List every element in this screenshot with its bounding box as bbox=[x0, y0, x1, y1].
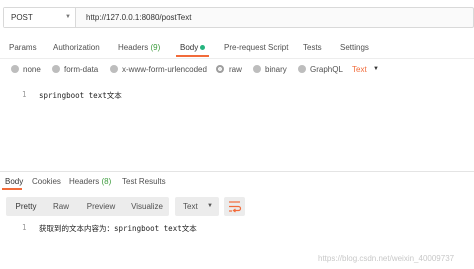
radio-none[interactable] bbox=[11, 65, 19, 73]
watermark: https://blog.csdn.net/weixin_40009737 bbox=[318, 254, 455, 263]
radio-binary[interactable] bbox=[253, 65, 261, 73]
response-tab-test-results[interactable]: Test Results bbox=[122, 177, 166, 186]
response-body-text: 获取到的文本内容为：springboot text文本 bbox=[39, 224, 197, 233]
request-bar: POST ▼ http://127.0.0.1:8080/postText bbox=[3, 7, 474, 28]
chevron-down-icon: ▼ bbox=[207, 203, 213, 209]
line-number: 1 bbox=[22, 223, 27, 232]
radio-binary-label: binary bbox=[265, 65, 287, 74]
radio-graphql-label: GraphQL bbox=[310, 65, 343, 74]
radio-urlencoded-label: x-www-form-urlencoded bbox=[122, 65, 207, 74]
visualize-button[interactable]: Visualize bbox=[126, 197, 168, 216]
active-tab-indicator bbox=[176, 55, 209, 57]
response-tab-body[interactable]: Body bbox=[5, 177, 23, 186]
preview-button[interactable]: Preview bbox=[82, 197, 120, 216]
request-body-editor[interactable]: 1 springboot text文本 bbox=[0, 86, 474, 166]
radio-none-label: none bbox=[23, 65, 41, 74]
pretty-button[interactable]: Pretty bbox=[9, 197, 43, 216]
tab-headers-label: Headers bbox=[118, 43, 149, 52]
radio-urlencoded[interactable] bbox=[110, 65, 118, 73]
radio-form-data-label: form-data bbox=[64, 65, 99, 74]
raw-format-select[interactable]: Text bbox=[352, 65, 367, 74]
radio-raw[interactable] bbox=[216, 65, 224, 73]
url-input[interactable]: http://127.0.0.1:8080/postText bbox=[86, 13, 191, 22]
wrap-lines-button[interactable] bbox=[224, 197, 245, 216]
tab-settings[interactable]: Settings bbox=[340, 43, 369, 52]
radio-form-data[interactable] bbox=[52, 65, 60, 73]
response-headers-count-badge: (8) bbox=[101, 177, 112, 186]
tab-tests[interactable]: Tests bbox=[303, 43, 322, 52]
chevron-down-icon: ▼ bbox=[373, 66, 379, 72]
body-active-dot-icon bbox=[200, 45, 205, 50]
tab-body[interactable]: Body bbox=[180, 43, 198, 52]
divider bbox=[0, 58, 474, 59]
line-number: 1 bbox=[22, 90, 27, 99]
method-label: POST bbox=[11, 13, 33, 22]
chevron-down-icon: ▼ bbox=[65, 14, 71, 20]
tab-prerequest-script[interactable]: Pre-request Script bbox=[224, 43, 288, 52]
active-tab-indicator bbox=[2, 188, 22, 190]
response-tab-cookies[interactable]: Cookies bbox=[32, 177, 61, 186]
response-tab-headers[interactable]: Headers (8) bbox=[69, 177, 111, 186]
tab-params[interactable]: Params bbox=[9, 43, 37, 52]
radio-graphql[interactable] bbox=[298, 65, 306, 73]
tab-authorization[interactable]: Authorization bbox=[53, 43, 100, 52]
wrap-lines-icon bbox=[229, 201, 242, 213]
method-select[interactable]: POST ▼ bbox=[4, 8, 76, 27]
tab-headers[interactable]: Headers (9) bbox=[118, 43, 160, 52]
response-format-label: Text bbox=[183, 202, 198, 211]
headers-count-badge: (9) bbox=[150, 43, 161, 52]
radio-raw-label: raw bbox=[229, 65, 242, 74]
divider bbox=[0, 171, 474, 172]
response-tab-headers-label: Headers bbox=[69, 177, 100, 186]
raw-button[interactable]: Raw bbox=[47, 197, 75, 216]
request-body-text[interactable]: springboot text文本 bbox=[39, 90, 122, 101]
